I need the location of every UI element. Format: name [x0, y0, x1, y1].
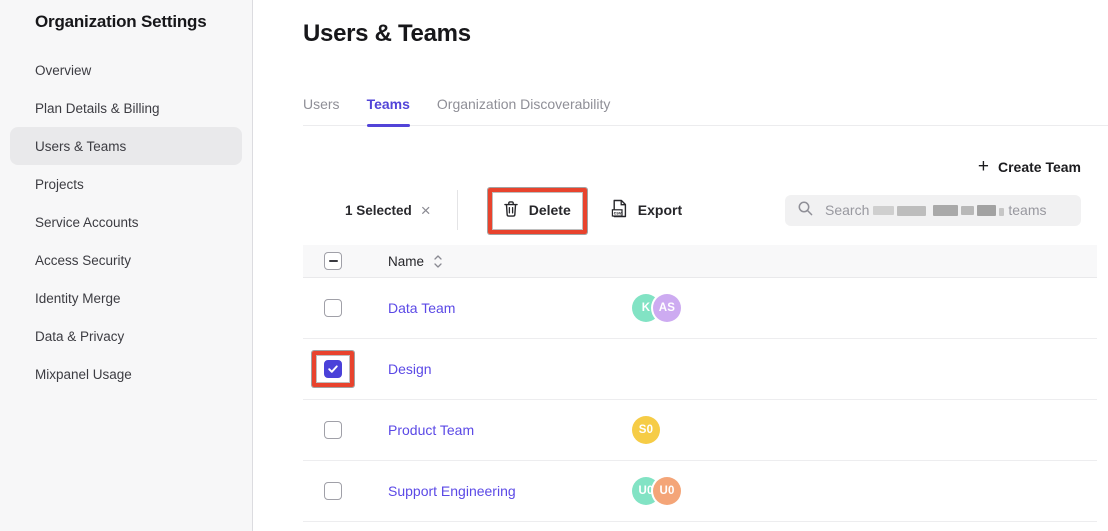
- create-row: + Create Team: [303, 159, 1108, 175]
- table-row-data-team: Data Team KAS: [303, 278, 1097, 339]
- sidebar-item-projects[interactable]: Projects: [10, 165, 242, 203]
- sidebar-nav: OverviewPlan Details & BillingUsers & Te…: [0, 51, 252, 393]
- selected-count-label: 1 Selected: [345, 203, 412, 218]
- select-all-checkbox[interactable]: [324, 252, 342, 270]
- avatar: AS: [653, 294, 681, 322]
- tab-teams[interactable]: Teams: [367, 96, 410, 125]
- table-header-row: Name: [303, 245, 1097, 278]
- team-name-link[interactable]: Support Engineering: [388, 483, 516, 499]
- sidebar-item-access-security[interactable]: Access Security: [10, 241, 242, 279]
- row-checkbox[interactable]: [324, 482, 342, 500]
- sidebar-item-service-accounts[interactable]: Service Accounts: [10, 203, 242, 241]
- app-root: Organization Settings OverviewPlan Detai…: [0, 0, 1108, 531]
- table-row-support-engineering: Support Engineering U0U0: [303, 461, 1097, 522]
- member-avatars: S0: [632, 416, 1097, 444]
- page-title: Users & Teams: [303, 20, 1108, 48]
- toolbar-divider: [457, 190, 458, 230]
- tab-organization-discoverability[interactable]: Organization Discoverability: [437, 96, 611, 125]
- member-avatars: U0U0: [632, 477, 1097, 505]
- row-checkbox[interactable]: [324, 360, 342, 378]
- delete-button[interactable]: Delete: [494, 193, 580, 228]
- selection-status: 1 Selected ×: [345, 202, 431, 219]
- team-name-link[interactable]: Product Team: [388, 422, 474, 438]
- plus-icon: +: [978, 160, 989, 174]
- tab-bar: Users Teams Organization Discoverability: [303, 96, 1108, 126]
- team-name-link[interactable]: Design: [388, 361, 432, 377]
- search-icon: [797, 200, 814, 220]
- search-placeholder: Searchteams: [825, 202, 1046, 218]
- selection-toolbar: 1 Selected × Delete: [303, 189, 1108, 231]
- sidebar-title: Organization Settings: [35, 12, 252, 32]
- sidebar-item-plan-details-billing[interactable]: Plan Details & Billing: [10, 89, 242, 127]
- trash-icon: [503, 200, 519, 221]
- avatar: U0: [653, 477, 681, 505]
- sidebar-item-data-privacy[interactable]: Data & Privacy: [10, 317, 242, 355]
- create-team-label: Create Team: [998, 159, 1081, 175]
- svg-text:csv: csv: [613, 212, 621, 217]
- row-checkbox[interactable]: [324, 421, 342, 439]
- clear-selection-button[interactable]: ×: [421, 202, 431, 219]
- teams-table: Name: [303, 245, 1097, 522]
- table-body: Data Team KAS Design: [303, 278, 1097, 522]
- sidebar-item-identity-merge[interactable]: Identity Merge: [10, 279, 242, 317]
- row-checkbox[interactable]: [324, 299, 342, 317]
- search-input[interactable]: Searchteams: [785, 195, 1081, 226]
- sort-icon[interactable]: [433, 254, 443, 269]
- table-row-design: Design: [303, 339, 1097, 400]
- export-label: Export: [638, 202, 682, 218]
- table-row-product-team: Product Team S0: [303, 400, 1097, 461]
- indeterminate-dash: [329, 260, 338, 262]
- column-header-name: Name: [388, 254, 424, 269]
- redacted-text: [873, 205, 1004, 216]
- sidebar-item-mixpanel-usage[interactable]: Mixpanel Usage: [10, 355, 242, 393]
- team-name-link[interactable]: Data Team: [388, 300, 455, 316]
- sidebar-item-overview[interactable]: Overview: [10, 51, 242, 89]
- delete-button-wrap: Delete: [494, 193, 580, 228]
- tab-users[interactable]: Users: [303, 96, 340, 125]
- avatar: S0: [632, 416, 660, 444]
- delete-label: Delete: [529, 202, 571, 218]
- csv-file-icon: csv: [611, 199, 628, 221]
- member-avatars: KAS: [632, 294, 1097, 322]
- sidebar: Organization Settings OverviewPlan Detai…: [0, 0, 253, 531]
- sidebar-item-users-teams[interactable]: Users & Teams: [10, 127, 242, 165]
- export-button[interactable]: csv Export: [602, 192, 691, 228]
- create-team-button[interactable]: + Create Team: [978, 159, 1081, 175]
- main-content: Users & Teams Users Teams Organization Dis…: [253, 0, 1108, 531]
